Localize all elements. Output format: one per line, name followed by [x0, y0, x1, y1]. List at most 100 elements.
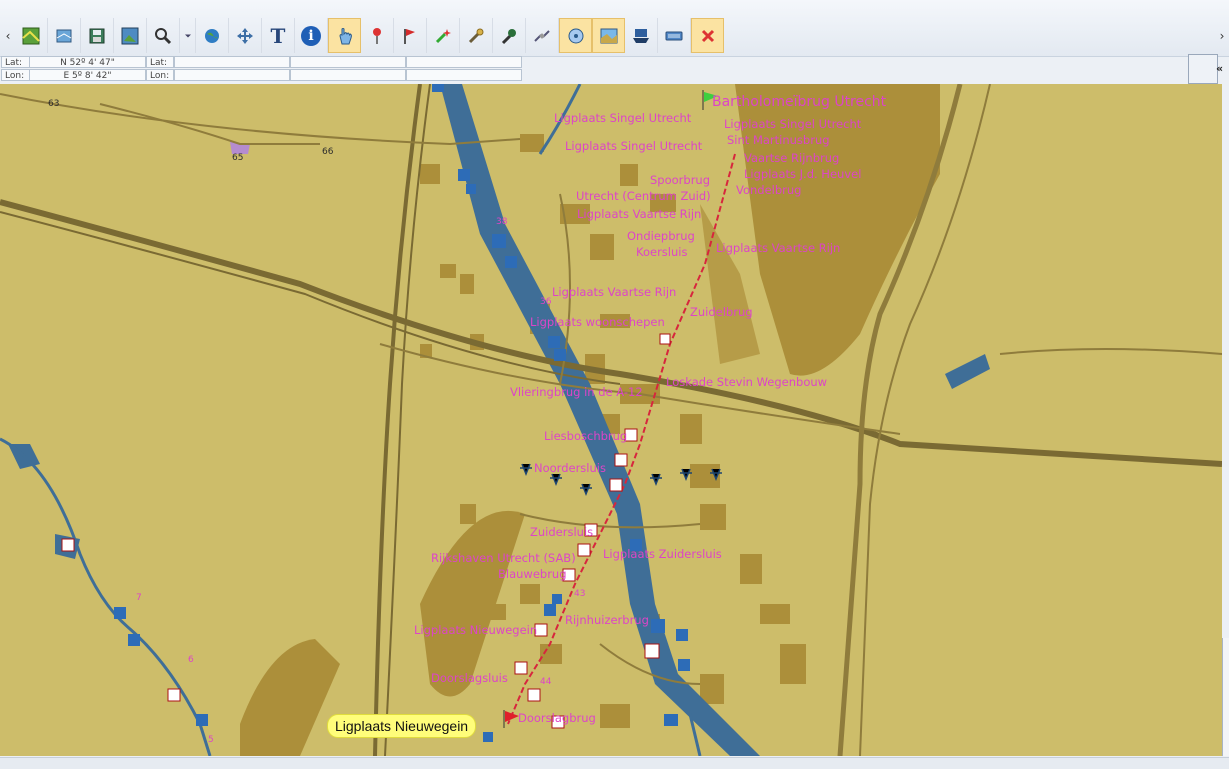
globe-icon: [205, 28, 219, 43]
map-label: Vlieringbrug in de A-12: [510, 385, 643, 399]
map-label: Ondiepbrug: [627, 229, 695, 243]
keyboard-button[interactable]: [658, 18, 691, 53]
map-label: Utrecht (Centrum Zuid): [576, 189, 711, 203]
extra-field-3: [290, 69, 406, 81]
map-label: Liesboschbrug: [544, 429, 627, 443]
map-label: Zuidersluis: [530, 525, 593, 539]
map-label: Doorslagbrug: [518, 711, 596, 725]
map-label: Bartholomeïbrug Utrecht: [712, 94, 887, 110]
svg-text:5: 5: [208, 735, 214, 745]
map-label: Zuidelbrug: [690, 305, 753, 319]
pan-arrows-icon: [237, 27, 253, 44]
chart-export-button[interactable]: [114, 18, 147, 53]
collapse-panel-button[interactable]: «: [1216, 62, 1223, 75]
pushpin-icon: [373, 27, 381, 44]
map-label: Ligplaats Vaartse Rijn: [716, 241, 840, 255]
map-label: Rijnhuizerbrug: [565, 613, 649, 627]
gps-target-icon: [568, 28, 583, 43]
toolbar-scroll-left-button[interactable]: ‹: [1, 18, 15, 54]
pushpin-button[interactable]: [361, 18, 394, 53]
save-button[interactable]: [81, 18, 114, 53]
ship-button[interactable]: [625, 18, 658, 53]
text-tool-button[interactable]: T: [262, 18, 295, 53]
map-label: Rijkshaven Utrecht (SAB): [431, 551, 576, 565]
lon-value: E 5º 8' 42": [29, 69, 146, 81]
hand-select-icon: [338, 27, 352, 44]
globe-button[interactable]: [196, 18, 229, 53]
lat2-label: Lat:: [146, 56, 174, 68]
lon-label: Lon:: [1, 69, 30, 81]
map-label: Sint Martinusbrug: [727, 133, 830, 147]
map-label: Ligplaats Singel Utrecht: [724, 117, 862, 131]
map-label: Ligplaats Zuidersluis: [603, 547, 722, 561]
navigation-signs: [114, 84, 690, 742]
chart-map[interactable]: 63 65 66 38 36 6 5 7 44 43 Bartholomeïbr…: [0, 84, 1222, 756]
map-label: Koersluis: [636, 245, 687, 259]
svg-text:65: 65: [232, 153, 243, 163]
svg-text:63: 63: [48, 99, 59, 109]
main-toolbar: ‹ T i ›: [0, 0, 1229, 57]
sparkle-tool-icon: [435, 28, 451, 43]
zoom-icon: [155, 27, 172, 44]
legend-strip: [1222, 638, 1229, 756]
chart-layers-button[interactable]: [48, 18, 81, 53]
map-layer-icon: [600, 28, 617, 43]
wrench-button[interactable]: [460, 18, 493, 53]
sparkle-tool-button[interactable]: [427, 18, 460, 53]
text-tool-icon: T: [270, 23, 286, 48]
map-label: Ligplaats J.d. Heuvel: [744, 167, 861, 181]
map-label: Ligplaats woonschepen: [530, 315, 665, 329]
wrench-icon: [468, 28, 484, 43]
map-label: Spoorbrug: [650, 173, 710, 187]
map-label: Ligplaats Nieuwegein: [414, 623, 537, 637]
map-layer-button[interactable]: [592, 18, 625, 53]
gps-target-button[interactable]: [559, 18, 592, 53]
map-label: Ligplaats Singel Utrecht: [565, 139, 703, 153]
info-button[interactable]: i: [295, 18, 328, 53]
map-label: Doorslagsluis: [431, 671, 508, 685]
extra-field-4: [406, 69, 522, 81]
map-label: Vaartse Rijnbrug: [744, 151, 839, 165]
toolbar-scroll-right-button[interactable]: ›: [1215, 18, 1229, 54]
flag-button[interactable]: [394, 18, 427, 53]
map-label: Ligplaats Vaartse Rijn: [577, 207, 701, 221]
satellite-icon: [534, 29, 550, 42]
info-icon: i: [301, 25, 321, 46]
svg-text:44: 44: [540, 677, 552, 687]
close-x-icon: [701, 29, 714, 42]
chart-open-button[interactable]: [15, 18, 48, 53]
map-label: Ligplaats Vaartse Rijn: [552, 285, 676, 299]
ship-icon: [633, 28, 649, 43]
pan-button[interactable]: [229, 18, 262, 53]
extra-field-1: [290, 56, 406, 68]
hand-select-button[interactable]: [328, 18, 361, 53]
map-label: Loskade Stevin Wegenbouw: [666, 375, 827, 389]
map-label: Vondelbrug: [736, 183, 802, 197]
flag-icon: [404, 28, 415, 44]
end-flag: [503, 710, 519, 728]
coordinate-readout: Lat: N 52º 4' 47" Lat: Lon: E 5º 8' 42" …: [0, 56, 1229, 82]
save-icon: [89, 28, 105, 43]
map-label: Blauwebrug: [498, 567, 567, 581]
map-label: Noordersluis: [534, 461, 606, 475]
legend-thumbnail[interactable]: [1188, 54, 1218, 84]
route-tooltip: Ligplaats Nieuwegein: [327, 714, 477, 738]
zoom-dropdown-icon: [184, 34, 191, 37]
keyboard-icon: [665, 31, 683, 40]
svg-text:43: 43: [574, 589, 585, 599]
lat-label: Lat:: [1, 56, 30, 68]
zoom-dropdown-button[interactable]: [180, 18, 196, 53]
map-canvas[interactable]: 63 65 66 38 36 6 5 7 44 43 Bartholomeïbr…: [0, 84, 1222, 756]
svg-text:36: 36: [540, 297, 552, 307]
satellite-button[interactable]: [526, 18, 559, 53]
svg-text:66: 66: [322, 147, 334, 157]
close-x-button[interactable]: [691, 18, 724, 53]
map-label: Ligplaats Singel Utrecht: [554, 111, 692, 125]
microphone-button[interactable]: [493, 18, 526, 53]
extra-field-2: [406, 56, 522, 68]
svg-text:7: 7: [136, 593, 142, 603]
lat-value: N 52º 4' 47": [29, 56, 146, 68]
svg-text:6: 6: [188, 655, 194, 665]
chart-open-icon: [22, 27, 40, 44]
zoom-button[interactable]: [147, 18, 180, 53]
